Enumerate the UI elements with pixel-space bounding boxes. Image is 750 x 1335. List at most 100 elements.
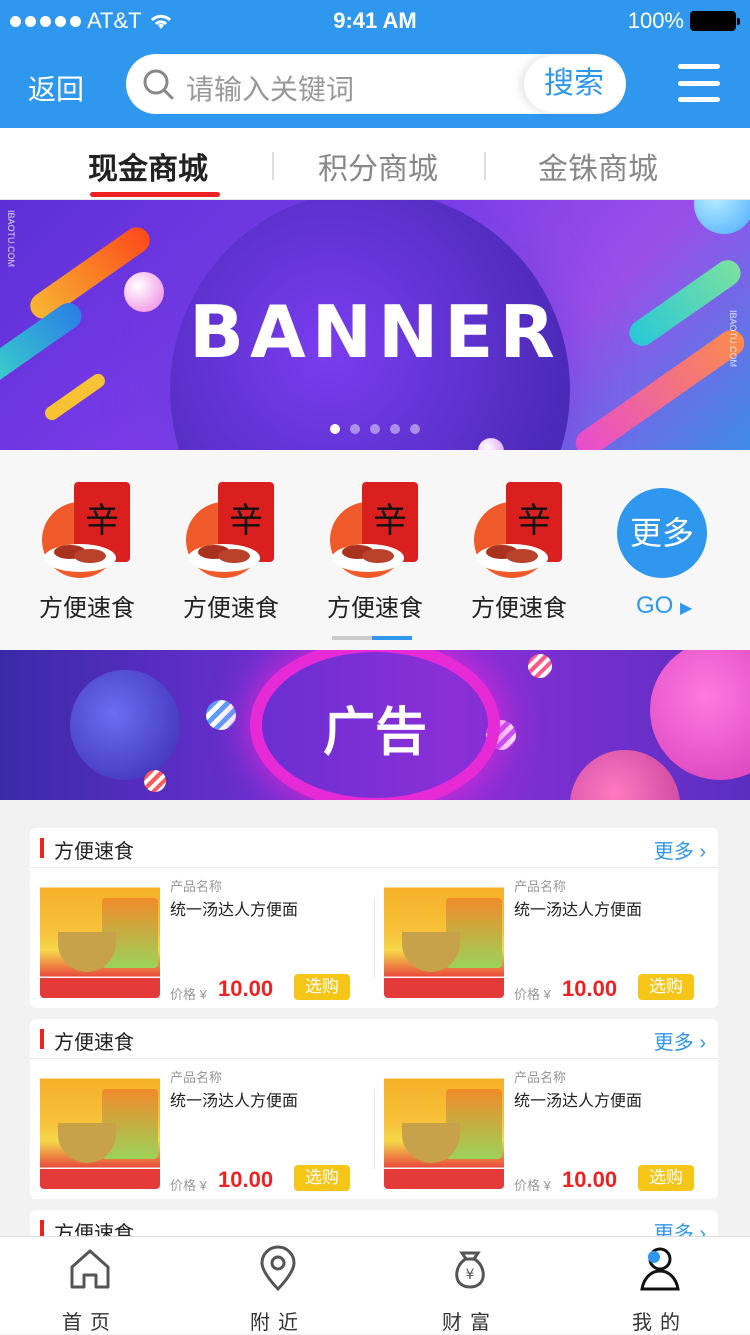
product-name: 统一汤达人方便面 — [170, 1093, 299, 1110]
banner-side-text: IBAOTU.COM — [728, 310, 738, 368]
category-image: 辛 — [40, 480, 134, 580]
section-more-label: 更多 — [653, 841, 694, 863]
product-price: 10.00 — [218, 976, 274, 1001]
product-meta: 产品名称 — [170, 879, 223, 894]
buy-button[interactable]: 选购 — [638, 974, 694, 1000]
product-name: 统一汤达人方便面 — [514, 902, 643, 919]
buy-button[interactable]: 选购 — [294, 974, 350, 1000]
product-image — [40, 878, 160, 998]
section-more-link[interactable]: 更多 › — [654, 835, 706, 864]
section-title: 方便速食 — [54, 1032, 134, 1054]
category-image: 辛 — [184, 480, 278, 580]
battery-percent: 100% — [627, 8, 684, 33]
product-meta: 产品名称 — [514, 879, 567, 894]
money-bag-icon: ¥ — [455, 1251, 485, 1289]
product-meta: 产品名称 — [170, 1070, 223, 1085]
status-bar: AT&T 9:41 AM 100% — [0, 0, 750, 40]
banner-dot[interactable] — [390, 424, 400, 434]
tab-nearby[interactable]: 附近 — [218, 1245, 338, 1335]
location-icon — [260, 1245, 296, 1292]
product-card[interactable]: 产品名称 统一汤达人方便面 价格 ¥ 10.00 选购 — [374, 868, 718, 1008]
home-icon — [70, 1249, 110, 1289]
product-name: 统一汤达人方便面 — [170, 902, 299, 919]
banner-pagination — [330, 424, 420, 434]
banner-carousel[interactable]: BANNER IBAOTU.COM IBAOTU.COM — [0, 200, 750, 450]
ad-ball — [528, 654, 552, 678]
category-item[interactable]: 辛 方便速食 — [176, 480, 286, 623]
banner-stripe — [42, 371, 108, 423]
product-card[interactable]: 产品名称 统一汤达人方便面 价格 ¥ 10.00 选购 — [30, 868, 374, 1008]
banner-dot[interactable] — [350, 424, 360, 434]
back-button[interactable]: 返回 — [28, 68, 84, 108]
tab-mine[interactable]: 我的 — [600, 1245, 720, 1335]
banner-side-text: IBAOTU.COM — [6, 210, 16, 268]
product-card[interactable]: 产品名称 统一汤达人方便面 价格 ¥ 10.00 选购 — [374, 1059, 718, 1199]
buy-button[interactable]: 选购 — [638, 1165, 694, 1191]
banner-dot[interactable] — [410, 424, 420, 434]
top-nav: 返回 请输入关键词 搜索 — [0, 40, 750, 128]
category-row: 辛 方便速食 辛 方便速食 辛 方便速食 辛 方便速食 更多 GO ▶ — [0, 450, 750, 650]
ad-text: 广告 — [322, 704, 427, 762]
battery-icon — [690, 11, 740, 31]
chevron-right-icon: ▶ — [680, 600, 693, 617]
section-accent — [40, 838, 44, 858]
banner-dot[interactable] — [330, 424, 340, 434]
product-price: 10.00 — [562, 1167, 618, 1192]
product-price: 10.00 — [562, 976, 618, 1001]
section-more-link[interactable]: 更多 › — [654, 1026, 706, 1055]
svg-text:辛: 辛 — [85, 501, 119, 541]
category-image: 辛 — [328, 480, 422, 580]
tab-wealth[interactable]: ¥ 财富 — [410, 1245, 530, 1335]
category-item[interactable]: 辛 方便速食 — [464, 480, 574, 623]
search-bar[interactable]: 请输入关键词 搜索 — [126, 54, 626, 114]
bottom-tab-bar: 首页 附近 ¥ 财富 我的 — [0, 1236, 750, 1334]
banner-ball — [694, 200, 750, 234]
product-section: 方便速食 更多 › 产品名称 统一汤达人方便面 价格 ¥ 10.00 选购 产品… — [30, 828, 718, 1008]
category-label: 方便速食 — [327, 595, 423, 622]
category-item[interactable]: 辛 方便速食 — [320, 480, 430, 623]
tab-points-mall[interactable]: 积分商城 — [318, 144, 438, 188]
chevron-right-icon: › — [699, 841, 706, 863]
product-card[interactable]: 产品名称 统一汤达人方便面 价格 ¥ 10.00 选购 — [30, 1059, 374, 1199]
svg-text:¥: ¥ — [466, 1267, 475, 1283]
category-label: 方便速食 — [183, 595, 279, 622]
chevron-right-icon: › — [699, 1032, 706, 1054]
price-label: 价格 ¥ — [170, 987, 207, 1002]
section-header: 方便速食 更多 › — [30, 1019, 718, 1059]
active-tab-indicator — [90, 192, 220, 197]
product-image — [384, 878, 504, 998]
ad-ball — [144, 770, 166, 792]
product-section: 方便速食 更多 › 产品名称 统一汤达人方便面 价格 ¥ 10.00 选购 产品… — [30, 1019, 718, 1199]
more-categories-button[interactable]: 更多 — [617, 488, 707, 578]
product-meta: 产品名称 — [514, 1070, 567, 1085]
tab-home-label: 首页 — [62, 1312, 118, 1334]
search-button[interactable]: 搜索 — [524, 56, 624, 112]
menu-icon[interactable] — [678, 64, 720, 102]
tab-gold-mall[interactable]: 金铢商城 — [538, 144, 658, 188]
svg-text:辛: 辛 — [517, 501, 551, 541]
store-tabs: 现金商城 积分商城 金铢商城 — [0, 128, 750, 200]
category-image: 辛 — [472, 480, 566, 580]
tab-home[interactable]: 首页 — [30, 1245, 150, 1335]
svg-text:辛: 辛 — [229, 501, 263, 541]
tab-nearby-label: 附近 — [250, 1312, 306, 1334]
go-link[interactable]: GO ▶ — [636, 592, 692, 620]
category-item[interactable]: 辛 方便速食 — [32, 480, 142, 623]
product-price: 10.00 — [218, 1167, 274, 1192]
price-label: 价格 ¥ — [170, 1178, 207, 1193]
buy-button[interactable]: 选购 — [294, 1165, 350, 1191]
go-label: GO — [636, 592, 674, 619]
tab-mine-label: 我的 — [632, 1312, 688, 1334]
banner-title: BANNER — [189, 290, 561, 374]
svg-text:辛: 辛 — [373, 501, 407, 541]
tab-divider — [484, 152, 486, 180]
banner-dot[interactable] — [370, 424, 380, 434]
ad-banner[interactable]: 广告 — [0, 650, 750, 800]
tab-divider — [272, 152, 274, 180]
product-image — [40, 1069, 160, 1189]
battery-group: 100% — [627, 8, 740, 34]
category-scroll-indicator — [332, 636, 412, 640]
search-input[interactable]: 请输入关键词 — [186, 68, 354, 108]
category-label: 方便速食 — [39, 595, 135, 622]
tab-cash-mall[interactable]: 现金商城 — [88, 144, 208, 188]
